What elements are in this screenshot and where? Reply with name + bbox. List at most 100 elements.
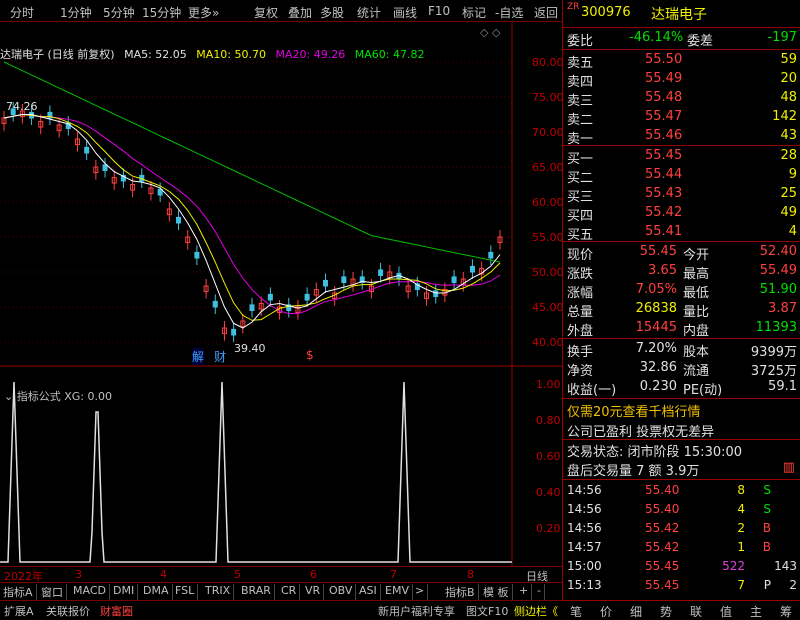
indicator-tab[interactable]: EMV: [382, 584, 413, 600]
ask-price: 55.48: [645, 90, 683, 105]
bid-row: 买一 55.45 28: [563, 147, 800, 167]
wealth-circle-button[interactable]: 财富圈: [100, 603, 133, 619]
stat-label: 现价: [567, 248, 594, 263]
quote-tab[interactable]: 笔: [570, 603, 582, 620]
indicator-tab[interactable]: DMA: [140, 584, 173, 600]
promo-row-2[interactable]: 公司已盈利 投票权无差异: [563, 420, 800, 440]
date-label: 8: [467, 568, 474, 581]
finance-marker[interactable]: 财: [214, 348, 226, 365]
ask-price: 55.46: [645, 128, 683, 143]
dollar-marker[interactable]: $: [306, 348, 314, 362]
stat-row: 涨跌 3.65 最高 55.49: [563, 262, 800, 282]
f10-link[interactable]: 图文F10: [466, 603, 508, 619]
ma5-label: MA5: 52.05: [124, 48, 187, 61]
tab-1min[interactable]: 1分钟: [60, 4, 92, 21]
tick-time: 14:56: [567, 502, 602, 516]
zr-badge: ZR: [567, 2, 580, 12]
tab-5min[interactable]: 5分钟: [103, 4, 135, 21]
add-watchlist-button[interactable]: -自选: [495, 4, 523, 21]
chart-icon[interactable]: ▥: [783, 460, 795, 475]
date-label: 5: [234, 568, 241, 581]
quote-tab[interactable]: 值: [720, 603, 732, 620]
tab-15min[interactable]: 15分钟: [142, 4, 181, 21]
bid-label: 买二: [567, 171, 594, 186]
date-label: 7: [390, 568, 397, 581]
quote-tab[interactable]: 价: [600, 603, 612, 620]
stat-label: 最高: [683, 267, 710, 282]
bid-volume: 4: [788, 224, 797, 239]
related-quote-button[interactable]: 关联报价: [46, 603, 90, 619]
stats-button[interactable]: 统计: [357, 4, 381, 21]
indicator-tab[interactable]: ASI: [356, 584, 381, 600]
promo-link[interactable]: 新用户福利专享: [378, 603, 455, 619]
ask-volume: 43: [780, 128, 797, 143]
fund-label: 流通: [683, 364, 710, 379]
bid-row: 买二 55.44 9: [563, 166, 800, 186]
indicator-tab[interactable]: CR: [278, 584, 301, 600]
tab-more[interactable]: 更多»: [188, 4, 219, 21]
overlay-button[interactable]: 叠加: [288, 4, 312, 21]
draw-line-button[interactable]: 画线: [393, 4, 417, 21]
sidebar-toggle[interactable]: 侧边栏《: [514, 603, 558, 619]
tick-volume: 1: [737, 540, 745, 554]
indicator-tab[interactable]: -: [534, 584, 545, 600]
indicator-tab[interactable]: MACD: [70, 584, 110, 600]
quote-tab[interactable]: 筹: [780, 603, 792, 620]
ind-y-tick-label: 1.00: [536, 378, 561, 391]
indicator-tab[interactable]: BRAR: [238, 584, 275, 600]
indicator-tab[interactable]: TRIX: [202, 584, 235, 600]
ask-label: 卖四: [567, 75, 594, 90]
bid-price: 55.45: [645, 148, 683, 163]
bid-volume: 28: [780, 148, 797, 163]
unlock-marker[interactable]: 解: [192, 348, 205, 365]
ask-price: 55.47: [645, 109, 683, 124]
stat-label: 总量: [567, 305, 594, 320]
indicator-tab[interactable]: FSL: [172, 584, 199, 600]
quote-tab[interactable]: 联: [690, 603, 702, 620]
promo-row-1[interactable]: 仅需20元查看千档行情: [563, 400, 800, 420]
stat-label: 内盘: [683, 324, 710, 339]
tick-time: 14:56: [567, 521, 602, 535]
tick-time: 15:00: [567, 559, 602, 573]
indicator-tab[interactable]: +: [516, 584, 533, 600]
indicator-tab[interactable]: 指标B: [442, 584, 479, 600]
indicator-tab[interactable]: 指标A: [0, 584, 37, 600]
kline-chart-area[interactable]: 达瑞电子 (日线 前复权) MA5: 52.05 MA10: 50.70 MA2…: [0, 22, 564, 566]
ask-row: 卖三 55.48 48: [563, 89, 800, 109]
ask-row: 卖五 55.50 59: [563, 51, 800, 71]
tab-fenshi[interactable]: 分时: [10, 4, 34, 21]
quote-tab[interactable]: 势: [660, 603, 672, 620]
tick-direction: S: [763, 483, 771, 497]
mark-button[interactable]: 标记: [462, 4, 486, 21]
tick-row: 14:57 55.42 1 B: [563, 538, 800, 557]
quote-tab[interactable]: 细: [630, 603, 642, 620]
tick-price: 55.42: [645, 540, 680, 554]
indicator-tab[interactable]: VR: [302, 584, 325, 600]
fund-label: 净资: [567, 364, 594, 379]
fuquan-button[interactable]: 复权: [254, 4, 278, 21]
ma-legend: 达瑞电子 (日线 前复权) MA5: 52.05 MA10: 50.70 MA2…: [0, 46, 430, 62]
indicator-tab[interactable]: 模 板: [480, 584, 513, 600]
extend-button[interactable]: 扩展A: [4, 603, 34, 619]
bid-volume: 9: [788, 167, 797, 182]
quote-tab[interactable]: 主: [750, 603, 762, 620]
high-price-label: 74.26: [6, 100, 38, 113]
chart-control-icons[interactable]: ◇ ◇: [480, 26, 500, 39]
ask-price: 55.49: [645, 71, 683, 86]
f10-button[interactable]: F10: [428, 4, 450, 18]
stat-row: 总量 26838 量比 3.87: [563, 300, 800, 320]
y-tick-label: 40.00: [532, 336, 564, 349]
date-axis: 2022年 3 4 5 6 7 8 日线: [0, 566, 562, 583]
back-button[interactable]: 返回: [534, 4, 558, 21]
promo-text-2[interactable]: 公司已盈利 投票权无差异: [567, 421, 714, 440]
promo-text-1[interactable]: 仅需20元查看千档行情: [567, 401, 701, 420]
indicator-tab[interactable]: >: [412, 584, 429, 600]
indicator-tab[interactable]: OBV: [326, 584, 357, 600]
multi-stock-button[interactable]: 多股: [320, 4, 344, 21]
stat-row: 现价 55.45 今开 52.40: [563, 243, 800, 263]
stat-value: 15445: [635, 320, 677, 335]
indicator-tab[interactable]: 窗口: [38, 584, 67, 600]
date-label: 4: [160, 568, 167, 581]
tick-time: 15:13: [567, 578, 602, 592]
indicator-tab[interactable]: DMI: [110, 584, 139, 600]
